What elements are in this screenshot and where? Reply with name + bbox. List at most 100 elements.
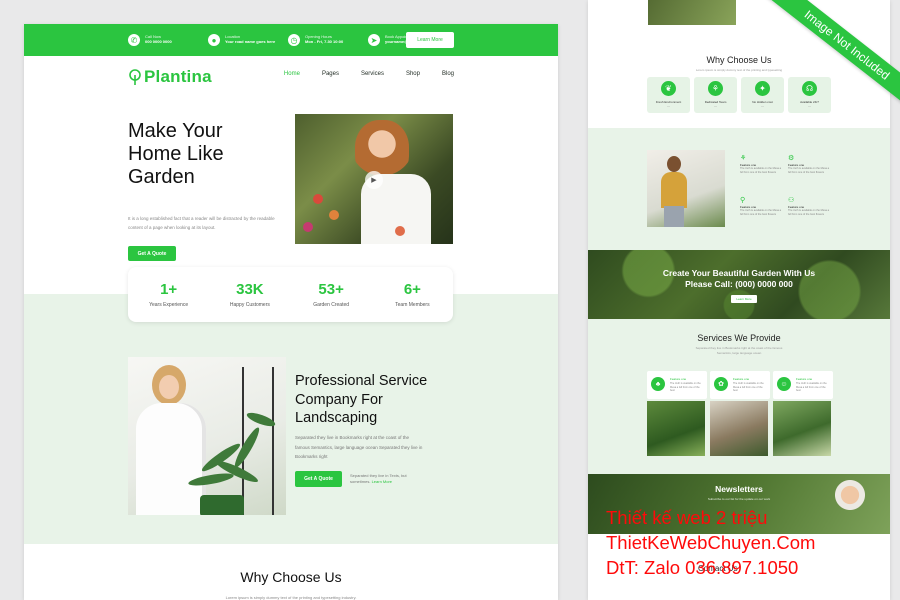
hero-section: Make Your Home Like Garden It is a long … bbox=[24, 98, 558, 261]
newsletter-subtitle: Subscribe to our list for the update on … bbox=[707, 497, 771, 501]
feature-text: The truth is available on the Mesa a fel… bbox=[788, 167, 830, 174]
stat-label: Happy Customers bbox=[229, 302, 270, 308]
dash-shape: — bbox=[761, 104, 764, 108]
why-card: ⚘ Dedicated Team — bbox=[694, 77, 737, 113]
side-top-photo bbox=[648, 0, 736, 25]
stat-item: 1+ Years Experience bbox=[129, 281, 209, 308]
image-shape bbox=[136, 403, 206, 515]
dash-shape: — bbox=[714, 104, 717, 108]
watering-icon: ⚲ bbox=[740, 197, 746, 204]
flower-shape bbox=[313, 194, 323, 204]
dash-shape: — bbox=[808, 104, 811, 108]
topbar-value: Mon - Fri, 7.30 10:00 bbox=[305, 39, 344, 44]
gardener-woman-image bbox=[355, 120, 409, 180]
top-contact-bar: ✆ Call Now 000 0000 0000 ● Location Your r… bbox=[24, 24, 558, 56]
side-why-subtitle: Lorem ipsum is simply dummy text of the … bbox=[695, 68, 783, 72]
service-text: The truth is available on the Mesa a fel… bbox=[733, 382, 764, 392]
cta-heading: Create Your Beautiful Garden With Us Plea… bbox=[588, 268, 890, 290]
cta-line1: Create Your Beautiful Garden With Us bbox=[662, 268, 816, 278]
flower-shape bbox=[303, 222, 313, 232]
headset-icon: ☊ bbox=[802, 81, 817, 96]
stat-item: 33K Happy Customers bbox=[210, 281, 290, 308]
dash-shape: — bbox=[667, 104, 670, 108]
side-features-section: ⚘ Feature one The truth is available on th… bbox=[588, 128, 890, 250]
topbar-label: Call Now bbox=[145, 34, 162, 40]
nav-shop[interactable]: Shop bbox=[406, 71, 420, 77]
stat-number: 1+ bbox=[160, 281, 178, 298]
light-green-band bbox=[24, 294, 558, 544]
about-text: Separated they live in Bookmarks right a… bbox=[295, 435, 423, 459]
tree-icon: ♣ bbox=[651, 377, 665, 391]
leaf-icon: ❦ bbox=[661, 81, 676, 96]
service-image-greenhouse bbox=[773, 401, 831, 456]
why-choose-subtitle: Lorem ipsum is simply dummy text of the … bbox=[225, 595, 357, 600]
person-icon: ⚇ bbox=[788, 197, 795, 204]
about-note: Separated they live in Texts, but someti… bbox=[350, 473, 420, 485]
stat-number: 53+ bbox=[318, 281, 344, 298]
team-icon: ⚘ bbox=[708, 81, 723, 96]
about-title: Professional Service Company For Landsca… bbox=[295, 373, 428, 426]
tree-logo-icon bbox=[129, 69, 141, 85]
about-get-quote-button[interactable]: Get A Quote bbox=[295, 471, 342, 487]
sprout-icon: ⚘ bbox=[740, 155, 747, 162]
feature-item: ⚲ Feature one The truth is available on th… bbox=[740, 196, 784, 217]
stat-number: 6+ bbox=[403, 281, 421, 298]
stat-item: 53+ Garden Created bbox=[291, 281, 371, 308]
image-shape bbox=[664, 206, 684, 227]
image-shape bbox=[159, 375, 179, 399]
nav-home[interactable]: Home bbox=[284, 71, 300, 77]
about-learn-more-link[interactable]: Learn More bbox=[372, 479, 392, 484]
phone-icon: ✆ bbox=[128, 34, 140, 46]
learn-more-button[interactable]: Learn More bbox=[406, 32, 454, 48]
flower-shape bbox=[329, 210, 339, 220]
side-services-section: Services We Provide Separated they live … bbox=[588, 319, 890, 474]
play-icon[interactable]: ▶ bbox=[365, 171, 383, 189]
image-shape bbox=[667, 156, 681, 172]
clock-icon: ◷ bbox=[288, 34, 300, 46]
topbar-location[interactable]: ● Location Your road name goes here bbox=[208, 34, 276, 46]
feature-item: ⚙ Feature one The truth is available on th… bbox=[788, 154, 832, 175]
service-title: Feature one bbox=[733, 377, 750, 381]
hero-video-thumbnail[interactable]: ▶ bbox=[295, 114, 453, 244]
hero-text: It is a long established fact that a rea… bbox=[128, 216, 275, 230]
logo[interactable]: Plantina bbox=[128, 67, 212, 87]
main-page-mockup: ✆ Call Now 000 0000 0000 ● Location Your r… bbox=[24, 24, 558, 600]
stat-label: Team Members bbox=[395, 302, 430, 308]
flower-shape bbox=[395, 226, 405, 236]
bulb-icon: ✦ bbox=[755, 81, 770, 96]
watermark-text: Thiết kế web 2 triệu ThietKeWebChuyen.Co… bbox=[606, 505, 896, 580]
why-card: ☊ Available 24/7— bbox=[788, 77, 831, 113]
watermark-line2: ThietKeWebChuyen.Com bbox=[606, 532, 816, 553]
nav-blog[interactable]: Blog bbox=[442, 71, 454, 77]
nav-pages[interactable]: Pages bbox=[322, 71, 339, 77]
feature-text: The truth is available on the Mesa a fel… bbox=[788, 209, 830, 216]
feature-item: ⚘ Feature one The truth is available on th… bbox=[740, 154, 784, 175]
services-subtitle: Separated they live in Bookmarks right a… bbox=[695, 346, 783, 355]
cta-learn-more-button[interactable]: Learn More bbox=[731, 295, 757, 303]
side-why-cards: ❦ Fresh Environment — ⚘ Dedicated Team — ✦ No… bbox=[647, 77, 831, 113]
topbar-value: 000 0000 0000 bbox=[145, 39, 172, 44]
plant-pot-shape bbox=[200, 495, 244, 515]
stat-number: 33K bbox=[236, 281, 264, 298]
image-shape bbox=[661, 172, 687, 208]
service-image-plants bbox=[647, 401, 705, 456]
service-text: The truth is available on the Mesa a fel… bbox=[796, 382, 827, 392]
service-card[interactable]: ✿ Feature one The truth is available on th… bbox=[710, 371, 770, 399]
service-card[interactable]: ☺ Feature one The truth is available on th… bbox=[773, 371, 833, 399]
gardener-icon: ✿ bbox=[714, 377, 728, 391]
topbar-call[interactable]: ✆ Call Now 000 0000 0000 bbox=[128, 34, 196, 46]
watermark-line3: DtT: Zalo 036.897.1050 bbox=[606, 557, 799, 578]
service-card[interactable]: ♣ Feature one The truth is available on th… bbox=[647, 371, 707, 399]
topbar-value: Your road name goes here bbox=[225, 39, 276, 44]
stat-label: Years Experience bbox=[149, 302, 189, 308]
woman-with-plant-image bbox=[128, 357, 286, 515]
main-navigation: Plantina Home Pages Services Shop Blog bbox=[24, 56, 558, 98]
stats-card: 1+ Years Experience 33K Happy Customers 53… bbox=[128, 267, 453, 322]
feature-text: The truth is available on the Mesa a fel… bbox=[740, 167, 782, 174]
get-quote-button[interactable]: Get A Quote bbox=[128, 246, 176, 261]
why-card: ✦ No Hidden cost — bbox=[741, 77, 784, 113]
cta-line2: Please Call: (000) 0000 000 bbox=[685, 279, 793, 289]
nav-services[interactable]: Services bbox=[361, 71, 384, 77]
why-card: ❦ Fresh Environment — bbox=[647, 77, 690, 113]
service-title: Feature one bbox=[796, 377, 813, 381]
